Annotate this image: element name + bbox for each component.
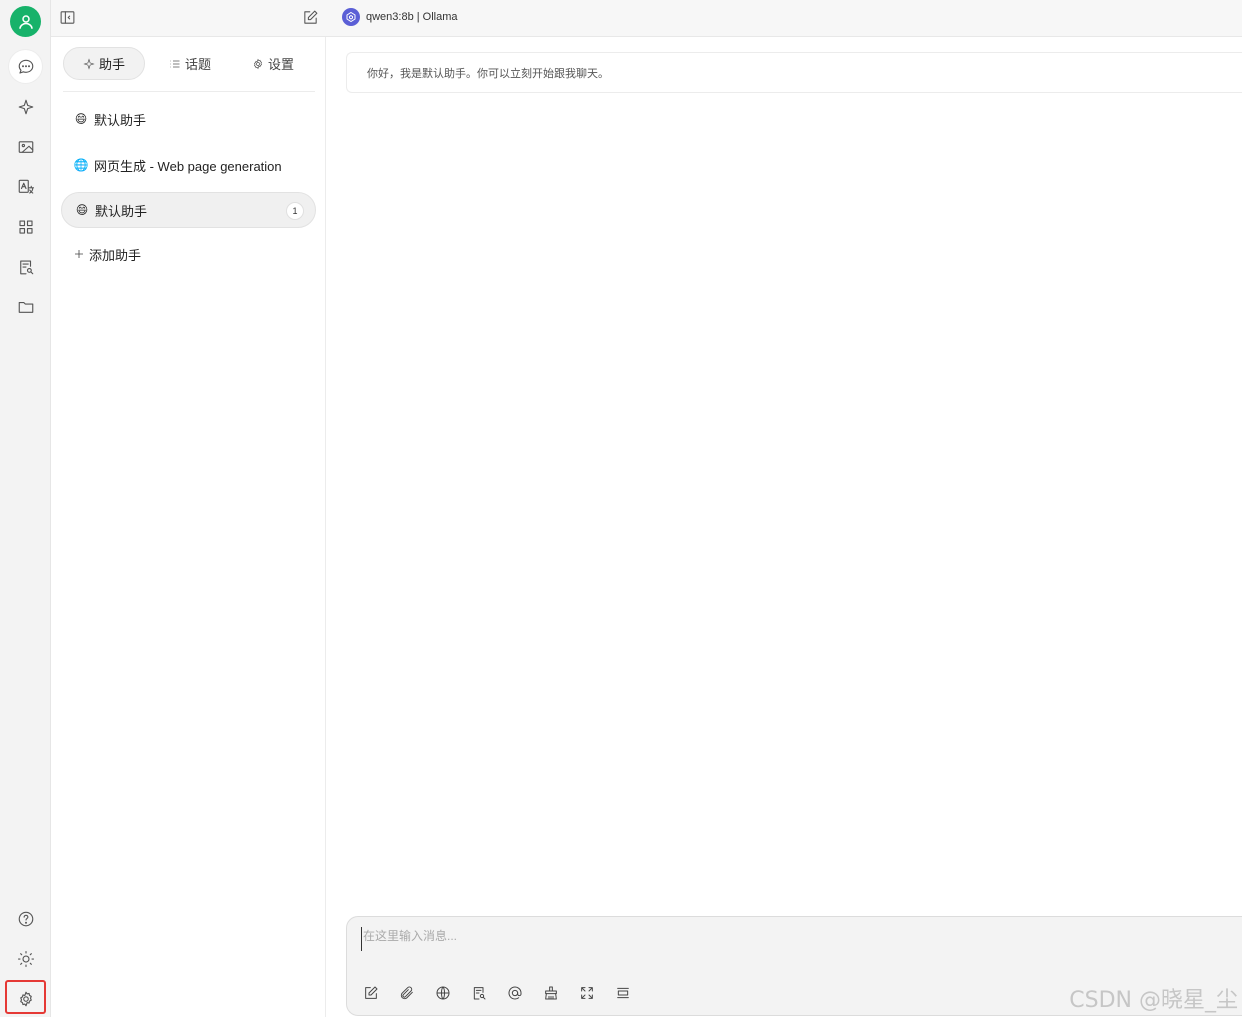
more-icon[interactable]: [613, 983, 633, 1003]
sparkle-icon[interactable]: [9, 90, 42, 123]
add-assistant-button[interactable]: 添加助手: [73, 244, 141, 264]
image-icon[interactable]: [9, 130, 42, 163]
gear-icon: [254, 58, 262, 69]
watermark: CSDN @晓星_尘: [1069, 988, 1238, 1013]
translate-icon[interactable]: [9, 170, 42, 203]
folder-icon[interactable]: [9, 290, 42, 323]
help-icon[interactable]: [9, 902, 42, 935]
knowledge-base-icon[interactable]: [469, 983, 489, 1003]
tab-assistants[interactable]: 助手: [63, 47, 145, 80]
assistant-item[interactable]: 🌐 网页生成 - Web page generation: [61, 147, 316, 183]
chat-bubble-icon[interactable]: [9, 50, 42, 83]
nav-rail: [0, 0, 51, 1017]
assistant-item-active[interactable]: 😄 默认助手 1: [61, 192, 316, 228]
topic-count-badge: 1: [286, 202, 304, 220]
welcome-text: 你好，我是默认助手。你可以立刻开始跟我聊天。: [367, 67, 609, 80]
user-avatar[interactable]: [10, 6, 41, 37]
mention-icon[interactable]: [505, 983, 525, 1003]
globe-emoji: 🌐: [73, 158, 89, 172]
sparkle-icon: [83, 57, 95, 70]
assistant-panel: 助手 话题 设置 😄 默认助手 🌐 网页生成 - Web page genera…: [51, 37, 326, 1017]
tab-label: 设置: [267, 57, 294, 72]
grinning-face-emoji: 😄: [75, 203, 89, 217]
new-chat-icon[interactable]: [300, 7, 320, 27]
apps-grid-icon[interactable]: [9, 210, 42, 243]
collapse-sidebar-icon[interactable]: [57, 7, 77, 27]
document-search-icon[interactable]: [9, 250, 42, 283]
grinning-face-emoji: 😄: [74, 112, 88, 126]
new-topic-icon[interactable]: [361, 983, 381, 1003]
settings-highlight-box: [5, 980, 46, 1014]
assistant-name: 默认助手: [94, 112, 147, 128]
assistant-message: 你好，我是默认助手。你可以立刻开始跟我聊天。: [346, 52, 1242, 93]
attachment-icon[interactable]: [397, 983, 417, 1003]
expand-icon[interactable]: [577, 983, 597, 1003]
clear-icon[interactable]: [541, 983, 561, 1003]
top-bar: qwen3:8b | Ollama: [51, 0, 1242, 37]
tab-settings[interactable]: 设置: [241, 47, 305, 80]
plus-icon: [75, 250, 83, 258]
panel-tabs: 助手 话题 设置: [63, 47, 315, 92]
chat-area: 你好，我是默认助手。你可以立刻开始跟我聊天。: [326, 37, 1242, 1017]
assistant-name: 网页生成 - Web page generation: [94, 158, 282, 174]
tab-label: 助手: [98, 57, 125, 72]
model-label: qwen3:8b | Ollama: [366, 11, 458, 23]
ollama-logo-icon: [342, 8, 360, 26]
user-icon: [18, 14, 33, 29]
sun-icon[interactable]: [9, 942, 42, 975]
web-search-icon[interactable]: [433, 983, 453, 1003]
assistant-name: 默认助手: [95, 203, 148, 219]
tab-topics[interactable]: 话题: [158, 47, 222, 80]
list-icon: [170, 60, 180, 67]
add-assistant-label: 添加助手: [89, 247, 142, 263]
message-input[interactable]: [361, 927, 1241, 951]
model-selector[interactable]: qwen3:8b | Ollama: [342, 7, 458, 27]
assistant-item[interactable]: 😄 默认助手: [61, 101, 316, 137]
tab-label: 话题: [184, 57, 211, 72]
